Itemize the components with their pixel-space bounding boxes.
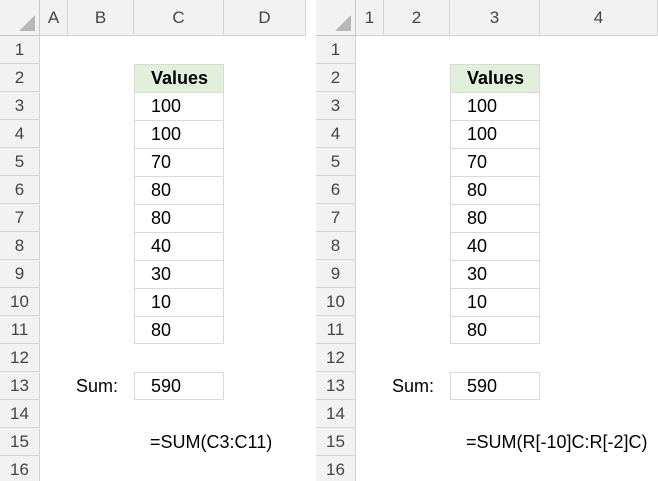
- row-header-5[interactable]: 5: [316, 148, 356, 176]
- sum-value-cell[interactable]: 590: [134, 372, 224, 400]
- row-header-4[interactable]: 4: [0, 120, 40, 148]
- value-cell-r6c3[interactable]: 80: [450, 176, 540, 205]
- value-cell-r10c3[interactable]: 10: [450, 288, 540, 317]
- value-cell-c6[interactable]: 80: [134, 176, 224, 205]
- row-header-10[interactable]: 10: [316, 288, 356, 316]
- column-header-4[interactable]: 4: [540, 0, 658, 36]
- row-header-14[interactable]: 14: [0, 400, 40, 428]
- value-cell-c11[interactable]: 80: [134, 316, 224, 344]
- row-header-9[interactable]: 9: [0, 260, 40, 288]
- formula-text: =SUM(C3:C11): [150, 431, 273, 452]
- row-header-8[interactable]: 8: [316, 232, 356, 260]
- sum-value-cell[interactable]: 590: [450, 372, 540, 400]
- column-header-1[interactable]: 1: [356, 0, 384, 36]
- value-cell-r7c3[interactable]: 80: [450, 204, 540, 233]
- sheet-divider: [306, 0, 316, 481]
- sum-label: Sum:: [75, 375, 118, 396]
- row-header-7[interactable]: 7: [316, 204, 356, 232]
- row-header-5[interactable]: 5: [0, 148, 40, 176]
- value-cell-c4[interactable]: 100: [134, 120, 224, 149]
- value-cell-c10[interactable]: 10: [134, 288, 224, 317]
- value-cell-r9c3[interactable]: 30: [450, 260, 540, 289]
- row-header-8[interactable]: 8: [0, 232, 40, 260]
- row-header-6[interactable]: 6: [0, 176, 40, 204]
- row-header-2[interactable]: 2: [316, 64, 356, 92]
- row-header-15[interactable]: 15: [0, 428, 40, 456]
- left-spreadsheet: A B C D 1 2 3 4 5 6 7 8 9 10 11 12 13 14…: [0, 0, 306, 481]
- row-header-14[interactable]: 14: [316, 400, 356, 428]
- column-header-c[interactable]: C: [134, 0, 224, 36]
- row-header-12[interactable]: 12: [0, 344, 40, 372]
- row-header-15[interactable]: 15: [316, 428, 356, 456]
- column-header-2[interactable]: 2: [384, 0, 450, 36]
- row-header-13[interactable]: 13: [0, 372, 40, 400]
- value-cell-r8c3[interactable]: 40: [450, 232, 540, 261]
- column-header-3[interactable]: 3: [450, 0, 540, 36]
- select-all-triangle-icon: [19, 15, 35, 31]
- row-header-6[interactable]: 6: [316, 176, 356, 204]
- value-cell-c8[interactable]: 40: [134, 232, 224, 261]
- row-header-3[interactable]: 3: [0, 92, 40, 120]
- row-header-16[interactable]: 16: [0, 456, 40, 481]
- row-header-1[interactable]: 1: [316, 36, 356, 64]
- select-all-triangle-icon: [335, 15, 351, 31]
- row-header-11[interactable]: 11: [0, 316, 40, 344]
- row-header-10[interactable]: 10: [0, 288, 40, 316]
- row-header-1[interactable]: 1: [0, 36, 40, 64]
- value-cell-c7[interactable]: 80: [134, 204, 224, 233]
- value-cell-r4c3[interactable]: 100: [450, 120, 540, 149]
- sum-label: Sum:: [391, 375, 434, 396]
- formula-text: =SUM(R[-10]C:R[-2]C): [466, 431, 648, 452]
- row-header-7[interactable]: 7: [0, 204, 40, 232]
- row-header-16[interactable]: 16: [316, 456, 356, 481]
- column-header-d[interactable]: D: [224, 0, 306, 36]
- values-header-cell[interactable]: Values: [134, 64, 224, 93]
- row-header-9[interactable]: 9: [316, 260, 356, 288]
- value-cell-c5[interactable]: 70: [134, 148, 224, 177]
- select-all-corner[interactable]: [0, 0, 40, 36]
- column-header-a[interactable]: A: [40, 0, 68, 36]
- value-cell-r11c3[interactable]: 80: [450, 316, 540, 344]
- row-header-4[interactable]: 4: [316, 120, 356, 148]
- row-header-11[interactable]: 11: [316, 316, 356, 344]
- select-all-corner[interactable]: [316, 0, 356, 36]
- values-header-cell[interactable]: Values: [450, 64, 540, 93]
- row-header-3[interactable]: 3: [316, 92, 356, 120]
- row-header-12[interactable]: 12: [316, 344, 356, 372]
- right-spreadsheet: 1 2 3 4 1 2 3 4 5 6 7 8 9 10 11 12 13 14…: [316, 0, 658, 481]
- column-header-b[interactable]: B: [68, 0, 134, 36]
- value-cell-r5c3[interactable]: 70: [450, 148, 540, 177]
- value-cell-c9[interactable]: 30: [134, 260, 224, 289]
- value-cell-r3c3[interactable]: 100: [450, 92, 540, 121]
- value-cell-c3[interactable]: 100: [134, 92, 224, 121]
- row-header-2[interactable]: 2: [0, 64, 40, 92]
- row-header-13[interactable]: 13: [316, 372, 356, 400]
